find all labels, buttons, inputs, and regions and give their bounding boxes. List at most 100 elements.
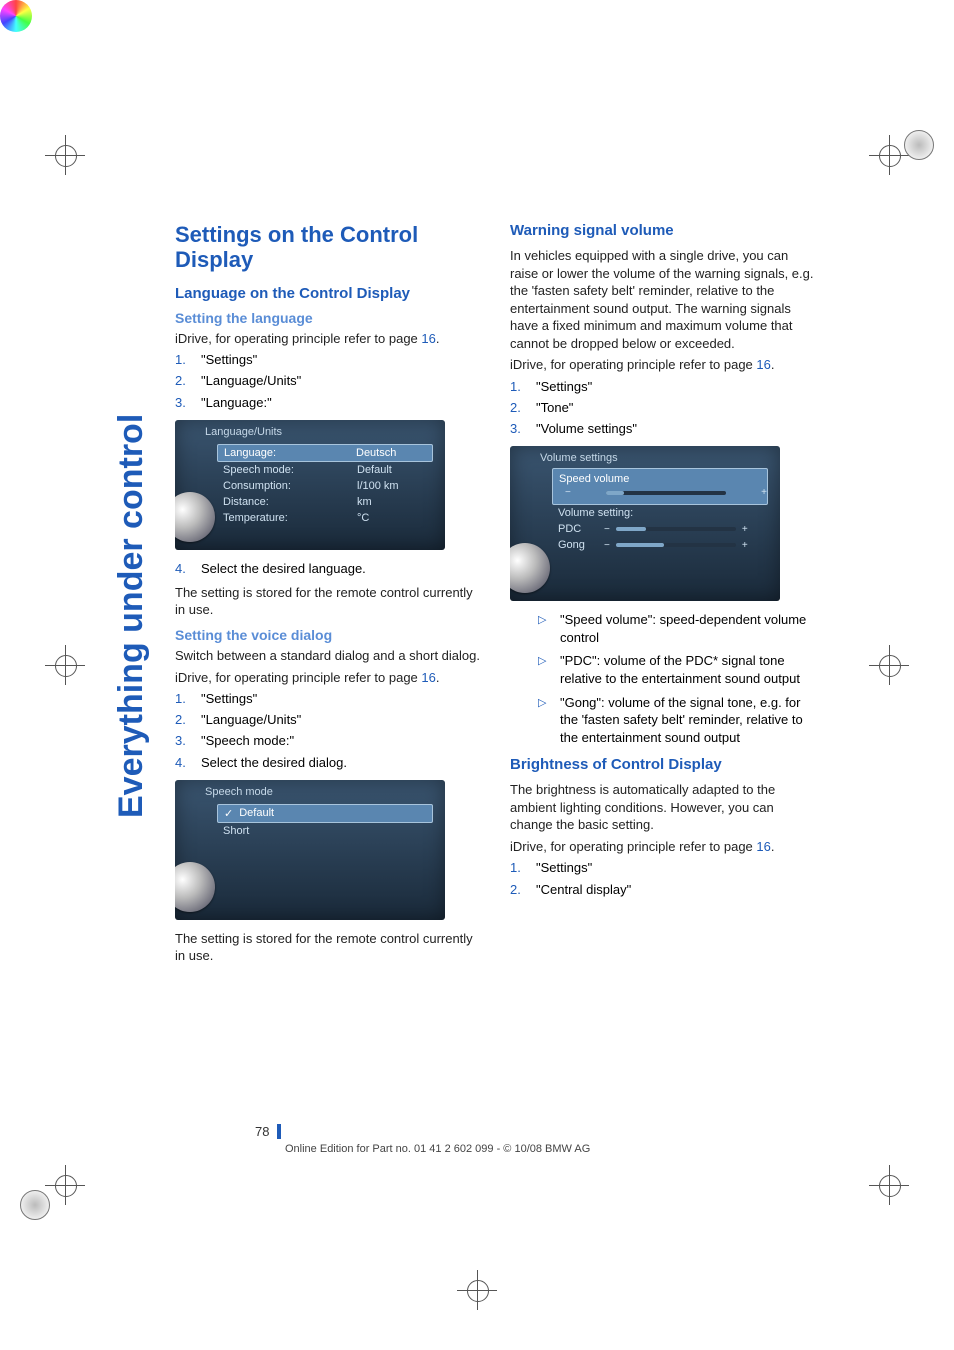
bullet-item: "PDC": volume of the PDC* signal tone re… xyxy=(510,652,815,687)
heading-brightness: Brightness of Control Display xyxy=(510,756,815,773)
idrive-menu: Language:Deutsch Speech mode:Default Con… xyxy=(217,444,433,526)
menu-section-label: Volume setting: xyxy=(552,505,768,521)
step-item: "Tone" xyxy=(510,399,815,417)
heading-voice-dialog: Setting the voice dialog xyxy=(175,627,480,643)
menu-key: Speech mode: xyxy=(223,464,357,476)
section-warning-volume: Warning signal volume In vehicles equipp… xyxy=(510,222,815,746)
heading-warning-volume: Warning signal volume xyxy=(510,222,815,239)
footer-copyright: Online Edition for Part no. 01 41 2 602 … xyxy=(285,1143,590,1155)
idrive-screenshot-volume: Volume settings Speed volume − + Volume … xyxy=(510,446,780,601)
menu-row-speed-volume: Speed volume − + xyxy=(552,468,768,505)
menu-key: Volume setting: xyxy=(558,507,762,519)
page-link-16[interactable]: 16 xyxy=(421,670,435,685)
steps-brightness: "Settings" "Central display" xyxy=(510,859,815,898)
menu-value: Default xyxy=(357,464,427,476)
menu-row: Distance:km xyxy=(217,494,433,510)
menu-value: °C xyxy=(357,512,427,524)
idrive-ref-text: iDrive, for operating principle refer to… xyxy=(175,669,480,687)
idrive-ref-prefix: iDrive, for operating principle refer to… xyxy=(510,839,756,854)
step-item: "Speech mode:" xyxy=(175,732,480,750)
bullet-item: "Speed volume": speed-dependent volume c… xyxy=(510,611,815,646)
idrive-menu: ✓ Default Short xyxy=(217,804,433,839)
heading-setting-language: Setting the language xyxy=(175,310,480,326)
side-tab: Everything under control xyxy=(112,218,148,818)
crop-mark xyxy=(869,645,909,685)
side-tab-text: Everything under control xyxy=(112,218,151,818)
section-voice-dialog: Setting the voice dialog Switch between … xyxy=(175,627,480,965)
menu-row: Temperature:°C xyxy=(217,510,433,526)
crop-mark xyxy=(45,1165,85,1205)
idrive-screenshot-language: Language/Units Language:Deutsch Speech m… xyxy=(175,420,445,550)
menu-row-gong: Gong − + xyxy=(552,537,768,553)
menu-key: Temperature: xyxy=(223,512,357,524)
idrive-ref-prefix: iDrive, for operating principle refer to… xyxy=(510,357,756,372)
steps-language: "Settings" "Language/Units" "Language:" xyxy=(175,351,480,412)
menu-row: Language:Deutsch xyxy=(217,444,433,462)
idrive-ref-prefix: iDrive, for operating principle refer to… xyxy=(175,331,421,346)
heading-language-display: Language on the Control Display xyxy=(175,285,480,302)
idrive-ref-text: iDrive, for operating principle refer to… xyxy=(510,838,815,856)
plus-icon: + xyxy=(742,540,748,551)
menu-label: Speed volume xyxy=(559,473,629,485)
menu-value: km xyxy=(357,496,427,508)
menu-key: Default xyxy=(239,807,426,820)
idrive-ref-prefix: iDrive, for operating principle refer to… xyxy=(175,670,421,685)
idrive-knob-icon xyxy=(175,492,215,542)
idrive-knob-icon xyxy=(510,543,550,593)
menu-key: Distance: xyxy=(223,496,357,508)
idrive-knob-icon xyxy=(175,862,215,912)
menu-label: Gong xyxy=(558,539,598,551)
page-link-16[interactable]: 16 xyxy=(421,331,435,346)
page-number: 78 xyxy=(175,1124,281,1139)
crop-mark xyxy=(869,1165,909,1205)
slider xyxy=(616,527,736,531)
check-icon: ✓ xyxy=(224,807,233,820)
step-item: "Settings" xyxy=(510,859,815,877)
crop-mark xyxy=(869,135,909,175)
step-item: "Language/Units" xyxy=(175,711,480,729)
steps-voice: "Settings" "Language/Units" "Speech mode… xyxy=(175,690,480,772)
warning-body: In vehicles equipped with a single drive… xyxy=(510,247,815,352)
menu-value: l/100 km xyxy=(357,480,427,492)
menu-row-pdc: PDC − + xyxy=(552,521,768,537)
slider xyxy=(606,491,726,495)
page-link-16[interactable]: 16 xyxy=(756,357,770,372)
step-item: "Settings" xyxy=(175,351,480,369)
content: Settings on the Control Display Language… xyxy=(175,222,815,965)
step-item: Select the desired dialog. xyxy=(175,754,480,772)
registration-mark xyxy=(904,130,934,160)
menu-row: Speech mode:Default xyxy=(217,462,433,478)
heading-settings: Settings on the Control Display xyxy=(175,222,480,273)
steps-warning: "Settings" "Tone" "Volume settings" xyxy=(510,378,815,439)
menu-row: ✓ Default xyxy=(217,804,433,823)
idrive-title: Volume settings xyxy=(540,452,618,464)
section-brightness: Brightness of Control Display The bright… xyxy=(510,756,815,899)
page-link-16[interactable]: 16 xyxy=(756,839,770,854)
plus-icon: + xyxy=(742,524,748,535)
page-footer: 78 Online Edition for Part no. 01 41 2 6… xyxy=(175,1124,815,1155)
slider xyxy=(616,543,736,547)
crop-mark xyxy=(45,135,85,175)
step-item: "Settings" xyxy=(175,690,480,708)
menu-value: Deutsch xyxy=(356,447,426,459)
page: Everything under control Settings on the… xyxy=(0,0,954,1350)
bullet-item: "Gong": volume of the signal tone, e.g. … xyxy=(510,694,815,747)
menu-label: PDC xyxy=(558,523,598,535)
step-item: "Volume settings" xyxy=(510,420,815,438)
brightness-body: The brightness is automatically adapted … xyxy=(510,781,815,834)
color-registration-mark xyxy=(0,0,32,32)
minus-icon: − xyxy=(604,540,610,551)
idrive-menu: Speed volume − + Volume setting: PDC − + xyxy=(552,468,768,553)
idrive-title: Language/Units xyxy=(205,426,282,438)
idrive-ref-text: iDrive, for operating principle refer to… xyxy=(175,330,480,348)
plus-icon: + xyxy=(761,487,767,498)
steps-language-cont: Select the desired language. xyxy=(175,560,480,578)
registration-mark xyxy=(20,1190,50,1220)
crop-mark xyxy=(45,645,85,685)
menu-row: Short xyxy=(217,823,433,839)
menu-key: Language: xyxy=(224,447,356,459)
menu-row: Consumption:l/100 km xyxy=(217,478,433,494)
note-stored: The setting is stored for the remote con… xyxy=(175,930,480,965)
menu-key: Consumption: xyxy=(223,480,357,492)
voice-intro: Switch between a standard dialog and a s… xyxy=(175,647,480,665)
